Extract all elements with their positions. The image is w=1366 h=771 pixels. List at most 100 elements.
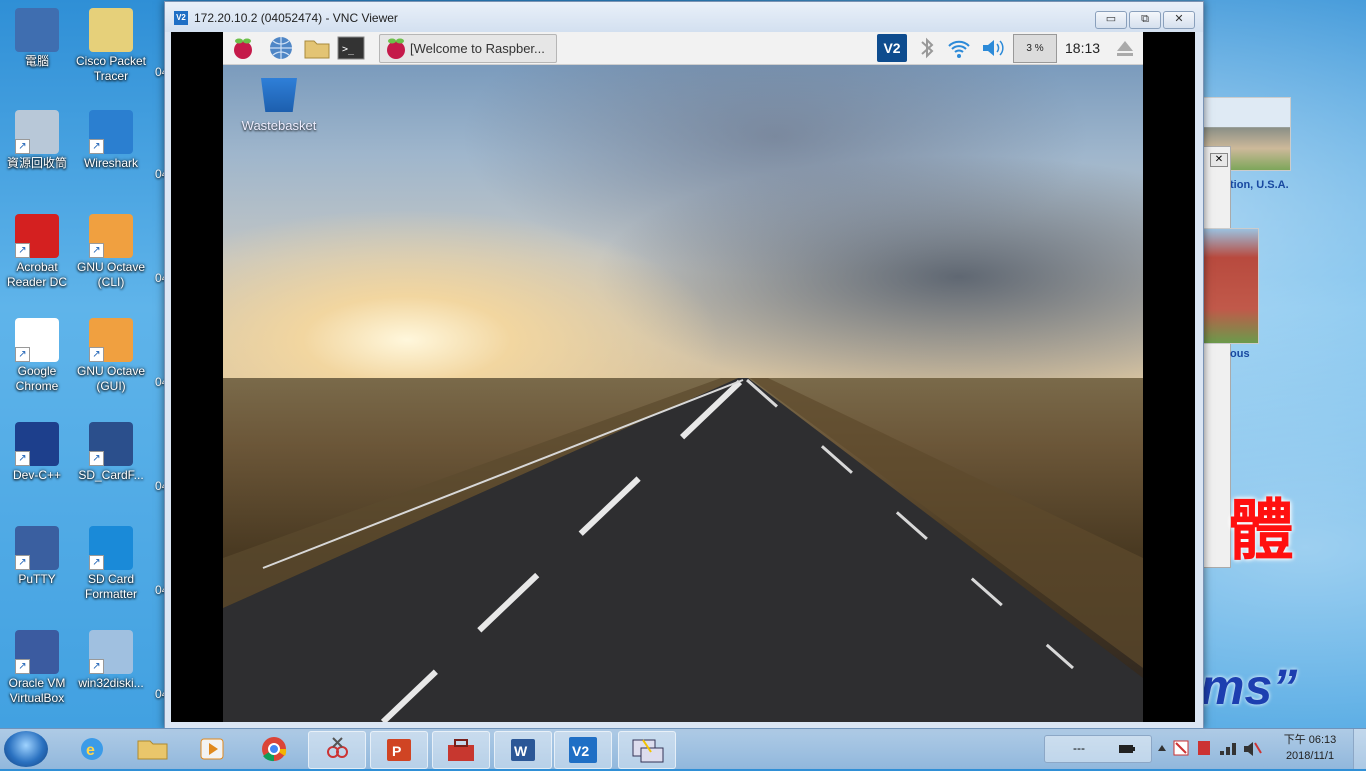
tray-text: ---	[1073, 741, 1085, 755]
putty-icon: ↗	[15, 526, 59, 570]
acrobat-reader-icon: ↗	[15, 214, 59, 258]
vnc-window-title: 172.20.10.2 (04052474) - VNC Viewer	[194, 11, 398, 25]
background-photo-campus	[1203, 228, 1259, 344]
sd-card-formatter-icon: ↗	[89, 526, 133, 570]
toolbox-icon[interactable]	[432, 731, 490, 769]
shortcut-arrow-icon: ↗	[15, 139, 30, 154]
close-button[interactable]: ✕	[1163, 11, 1195, 29]
shortcut-arrow-icon: ↗	[15, 555, 30, 570]
volume-icon[interactable]	[978, 35, 1006, 61]
sd-card-f-icon: ↗	[89, 422, 133, 466]
dev-cpp-icon: ↗	[15, 422, 59, 466]
cisco-packet-tracer-icon	[89, 8, 133, 52]
desktop-icon-label: 電腦	[24, 54, 49, 68]
internet-explorer-icon[interactable]: e	[64, 731, 120, 767]
powerpoint-icon[interactable]: P	[370, 731, 428, 769]
pi-clock[interactable]: 18:13	[1065, 40, 1100, 56]
vnc-title-bar[interactable]: V2 172.20.10.2 (04052474) - VNC Viewer ▭…	[165, 2, 1203, 32]
shortcut-arrow-icon: ↗	[89, 243, 104, 258]
putty-taskbar-icon[interactable]	[618, 731, 676, 769]
dev-cpp-shortcut[interactable]: ↗ Dev-C++	[0, 422, 74, 483]
desktop-icon-label: GNU Octave (CLI)	[76, 260, 145, 289]
gnu-octave-gui-icon: ↗	[89, 318, 133, 362]
vnc-server-icon[interactable]: V2	[877, 34, 907, 62]
recycle-bin-icon: ↗	[15, 110, 59, 154]
cisco-packet-tracer-shortcut[interactable]: Cisco Packet Tracer	[74, 8, 148, 84]
oracle-vm-virtualbox-shortcut[interactable]: ↗ Oracle VM VirtualBox	[0, 630, 74, 706]
shortcut-arrow-icon: ↗	[15, 347, 30, 362]
taskbar-welcome-window[interactable]: [Welcome to Raspber...	[379, 34, 557, 63]
gnu-octave-gui-shortcut[interactable]: ↗ GNU Octave (GUI)	[74, 318, 148, 394]
background-window-scrollbar[interactable]: ✕	[1203, 146, 1231, 568]
sd-card-formatter-shortcut[interactable]: ↗ SD Card Formatter	[74, 526, 148, 602]
start-button[interactable]	[4, 731, 48, 767]
shortcut-arrow-icon: ↗	[89, 555, 104, 570]
google-chrome-shortcut[interactable]: ↗ Google Chrome	[0, 318, 74, 394]
recycle-bin-shortcut[interactable]: ↗ 資源回收筒	[0, 110, 74, 171]
gnu-octave-cli-shortcut[interactable]: ↗ GNU Octave (CLI)	[74, 214, 148, 290]
media-player-icon[interactable]	[184, 731, 240, 767]
keyboard-icon	[1119, 745, 1135, 753]
system-tray-icons[interactable]	[1152, 729, 1262, 769]
wastebasket-label: Wastebasket	[241, 118, 317, 133]
bluetooth-icon[interactable]	[913, 35, 941, 61]
raspberry-pi-desktop[interactable]: >_ [Welcome to Raspber... V2 3 % 18:13 W…	[223, 32, 1143, 722]
shortcut-arrow-icon: ↗	[89, 139, 104, 154]
windows-taskbar: e P W V2 --- 下午 06:13 2018/11/1	[0, 728, 1366, 769]
wireshark-icon: ↗	[89, 110, 133, 154]
vnc-viewer-window[interactable]: V2 172.20.10.2 (04052474) - VNC Viewer ▭…	[164, 1, 1204, 729]
raspberry-menu-icon[interactable]	[229, 35, 257, 61]
file-manager-icon[interactable]	[303, 35, 331, 61]
shortcut-arrow-icon: ↗	[89, 659, 104, 674]
chrome-taskbar-icon[interactable]	[246, 731, 302, 767]
snipping-tool-icon[interactable]	[308, 731, 366, 769]
shortcut-arrow-icon: ↗	[89, 451, 104, 466]
wallpaper-road	[223, 378, 1143, 722]
terminal-icon[interactable]: >_	[337, 35, 365, 61]
putty-shortcut[interactable]: ↗ PuTTY	[0, 526, 74, 587]
svg-text:e: e	[86, 742, 95, 759]
desktop-icon-label: Acrobat Reader DC	[6, 260, 68, 289]
desktop-icon-label: Google Chrome	[15, 364, 59, 393]
svg-text:>_: >_	[342, 44, 355, 55]
file-explorer-icon[interactable]	[124, 731, 180, 767]
background-close-icon[interactable]: ✕	[1210, 153, 1228, 167]
wastebasket-shortcut[interactable]: Wastebasket	[229, 78, 329, 133]
computer-shortcut[interactable]: 電腦	[0, 8, 74, 69]
acrobat-reader-shortcut[interactable]: ↗ Acrobat Reader DC	[0, 214, 74, 290]
cpu-usage-monitor: 3 %	[1013, 34, 1057, 63]
input-indicator[interactable]: ---	[1044, 735, 1152, 763]
show-desktop-button[interactable]	[1353, 729, 1366, 769]
shortcut-arrow-icon: ↗	[89, 347, 104, 362]
wifi-icon[interactable]	[945, 35, 973, 61]
win32diskimager-icon: ↗	[89, 630, 133, 674]
restore-button[interactable]: ⧉	[1129, 11, 1161, 29]
windows-clock[interactable]: 下午 06:13 2018/11/1	[1270, 732, 1350, 764]
computer-icon	[15, 8, 59, 52]
task-label: [Welcome to Raspber...	[410, 41, 545, 56]
background-text-usa: tion, U.S.A.	[1230, 179, 1289, 191]
raspberry-task-icon	[387, 38, 405, 59]
vnc-remote-screen[interactable]: >_ [Welcome to Raspber... V2 3 % 18:13 W…	[171, 32, 1195, 722]
shortcut-arrow-icon: ↗	[15, 451, 30, 466]
background-text-campus: ous	[1230, 348, 1250, 360]
sd-card-f-shortcut[interactable]: ↗ SD_CardF...	[74, 422, 148, 483]
vnc-viewer-taskbar-icon[interactable]: V2	[554, 731, 612, 769]
gnu-octave-cli-icon: ↗	[89, 214, 133, 258]
desktop-icon-label: 資源回收筒	[6, 156, 67, 170]
win32diskimager-shortcut[interactable]: ↗ win32diski...	[74, 630, 148, 691]
desktop-icon-label: Wireshark	[83, 156, 138, 170]
word-icon[interactable]: W	[494, 731, 552, 769]
eject-icon[interactable]	[1111, 35, 1139, 61]
desktop-icon-label: SD Card Formatter	[84, 572, 137, 601]
desktop-icon-label: GNU Octave (GUI)	[76, 364, 145, 393]
minimize-button[interactable]: ▭	[1095, 11, 1127, 29]
wastebasket-icon	[261, 78, 297, 112]
desktop-icon-label: win32diski...	[78, 676, 144, 690]
clock-time: 下午 06:13	[1283, 734, 1337, 746]
wireshark-shortcut[interactable]: ↗ Wireshark	[74, 110, 148, 171]
desktop-icon-label: Oracle VM VirtualBox	[8, 676, 66, 705]
oracle-vm-virtualbox-icon: ↗	[15, 630, 59, 674]
background-big-blue-text: ms”	[1200, 659, 1298, 715]
web-browser-icon[interactable]	[267, 35, 295, 61]
